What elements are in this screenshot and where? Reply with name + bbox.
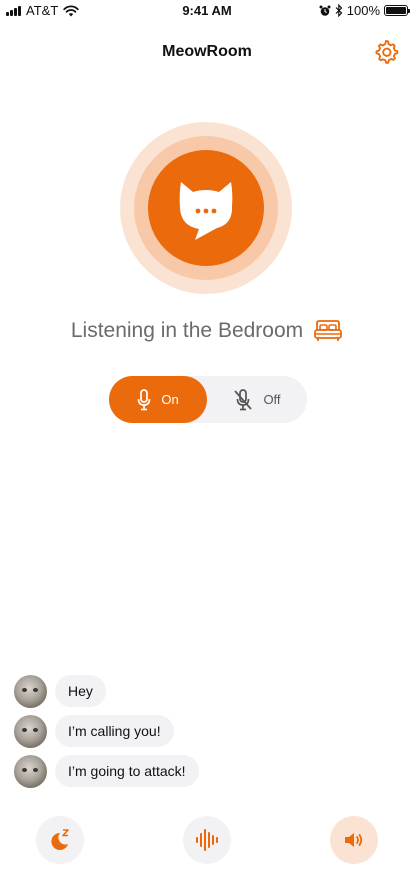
toggle-off-label: Off xyxy=(263,392,281,407)
message-bubble: Hey xyxy=(55,675,106,707)
cat-avatar xyxy=(14,674,47,708)
speaker-button[interactable] xyxy=(330,816,378,864)
microphone-off-icon xyxy=(234,388,253,410)
speaker-icon xyxy=(345,833,363,847)
battery-label: 100% xyxy=(346,3,380,18)
bluetooth-icon xyxy=(335,4,343,17)
status-right: 100% xyxy=(319,3,410,18)
app-title: MeowRoom xyxy=(162,43,252,60)
cat-chat-icon xyxy=(179,182,233,240)
listening-status: Listening in the Bedroom xyxy=(0,318,414,344)
mic-toggle[interactable]: On Off xyxy=(109,376,307,423)
status-bar: AT&T 9:41 AM 100% xyxy=(0,0,414,22)
message-bubble: I’m going to attack! xyxy=(55,755,199,787)
alarm-icon xyxy=(319,5,331,16)
sleep-moon-icon xyxy=(51,829,69,850)
sound-wave-button[interactable] xyxy=(183,816,231,864)
toggle-off-button[interactable]: Off xyxy=(207,376,307,423)
listening-orb[interactable] xyxy=(120,122,292,294)
gear-icon[interactable] xyxy=(373,39,399,65)
toggle-on-label: On xyxy=(161,392,179,407)
sound-wave-icon xyxy=(196,829,218,851)
list-item: Hey xyxy=(14,674,106,708)
microphone-icon xyxy=(137,388,151,410)
message-bubble: I’m calling you! xyxy=(55,715,174,747)
listening-text: Listening in the Bedroom xyxy=(70,319,304,342)
sleep-button[interactable] xyxy=(36,816,84,864)
cat-avatar xyxy=(14,714,47,748)
list-item: I’m calling you! xyxy=(14,714,174,748)
toggle-on-button[interactable]: On xyxy=(109,376,207,423)
cat-avatar xyxy=(14,754,47,788)
bed-icon xyxy=(314,320,343,341)
list-item: I’m going to attack! xyxy=(14,754,199,788)
battery-icon xyxy=(384,5,410,16)
